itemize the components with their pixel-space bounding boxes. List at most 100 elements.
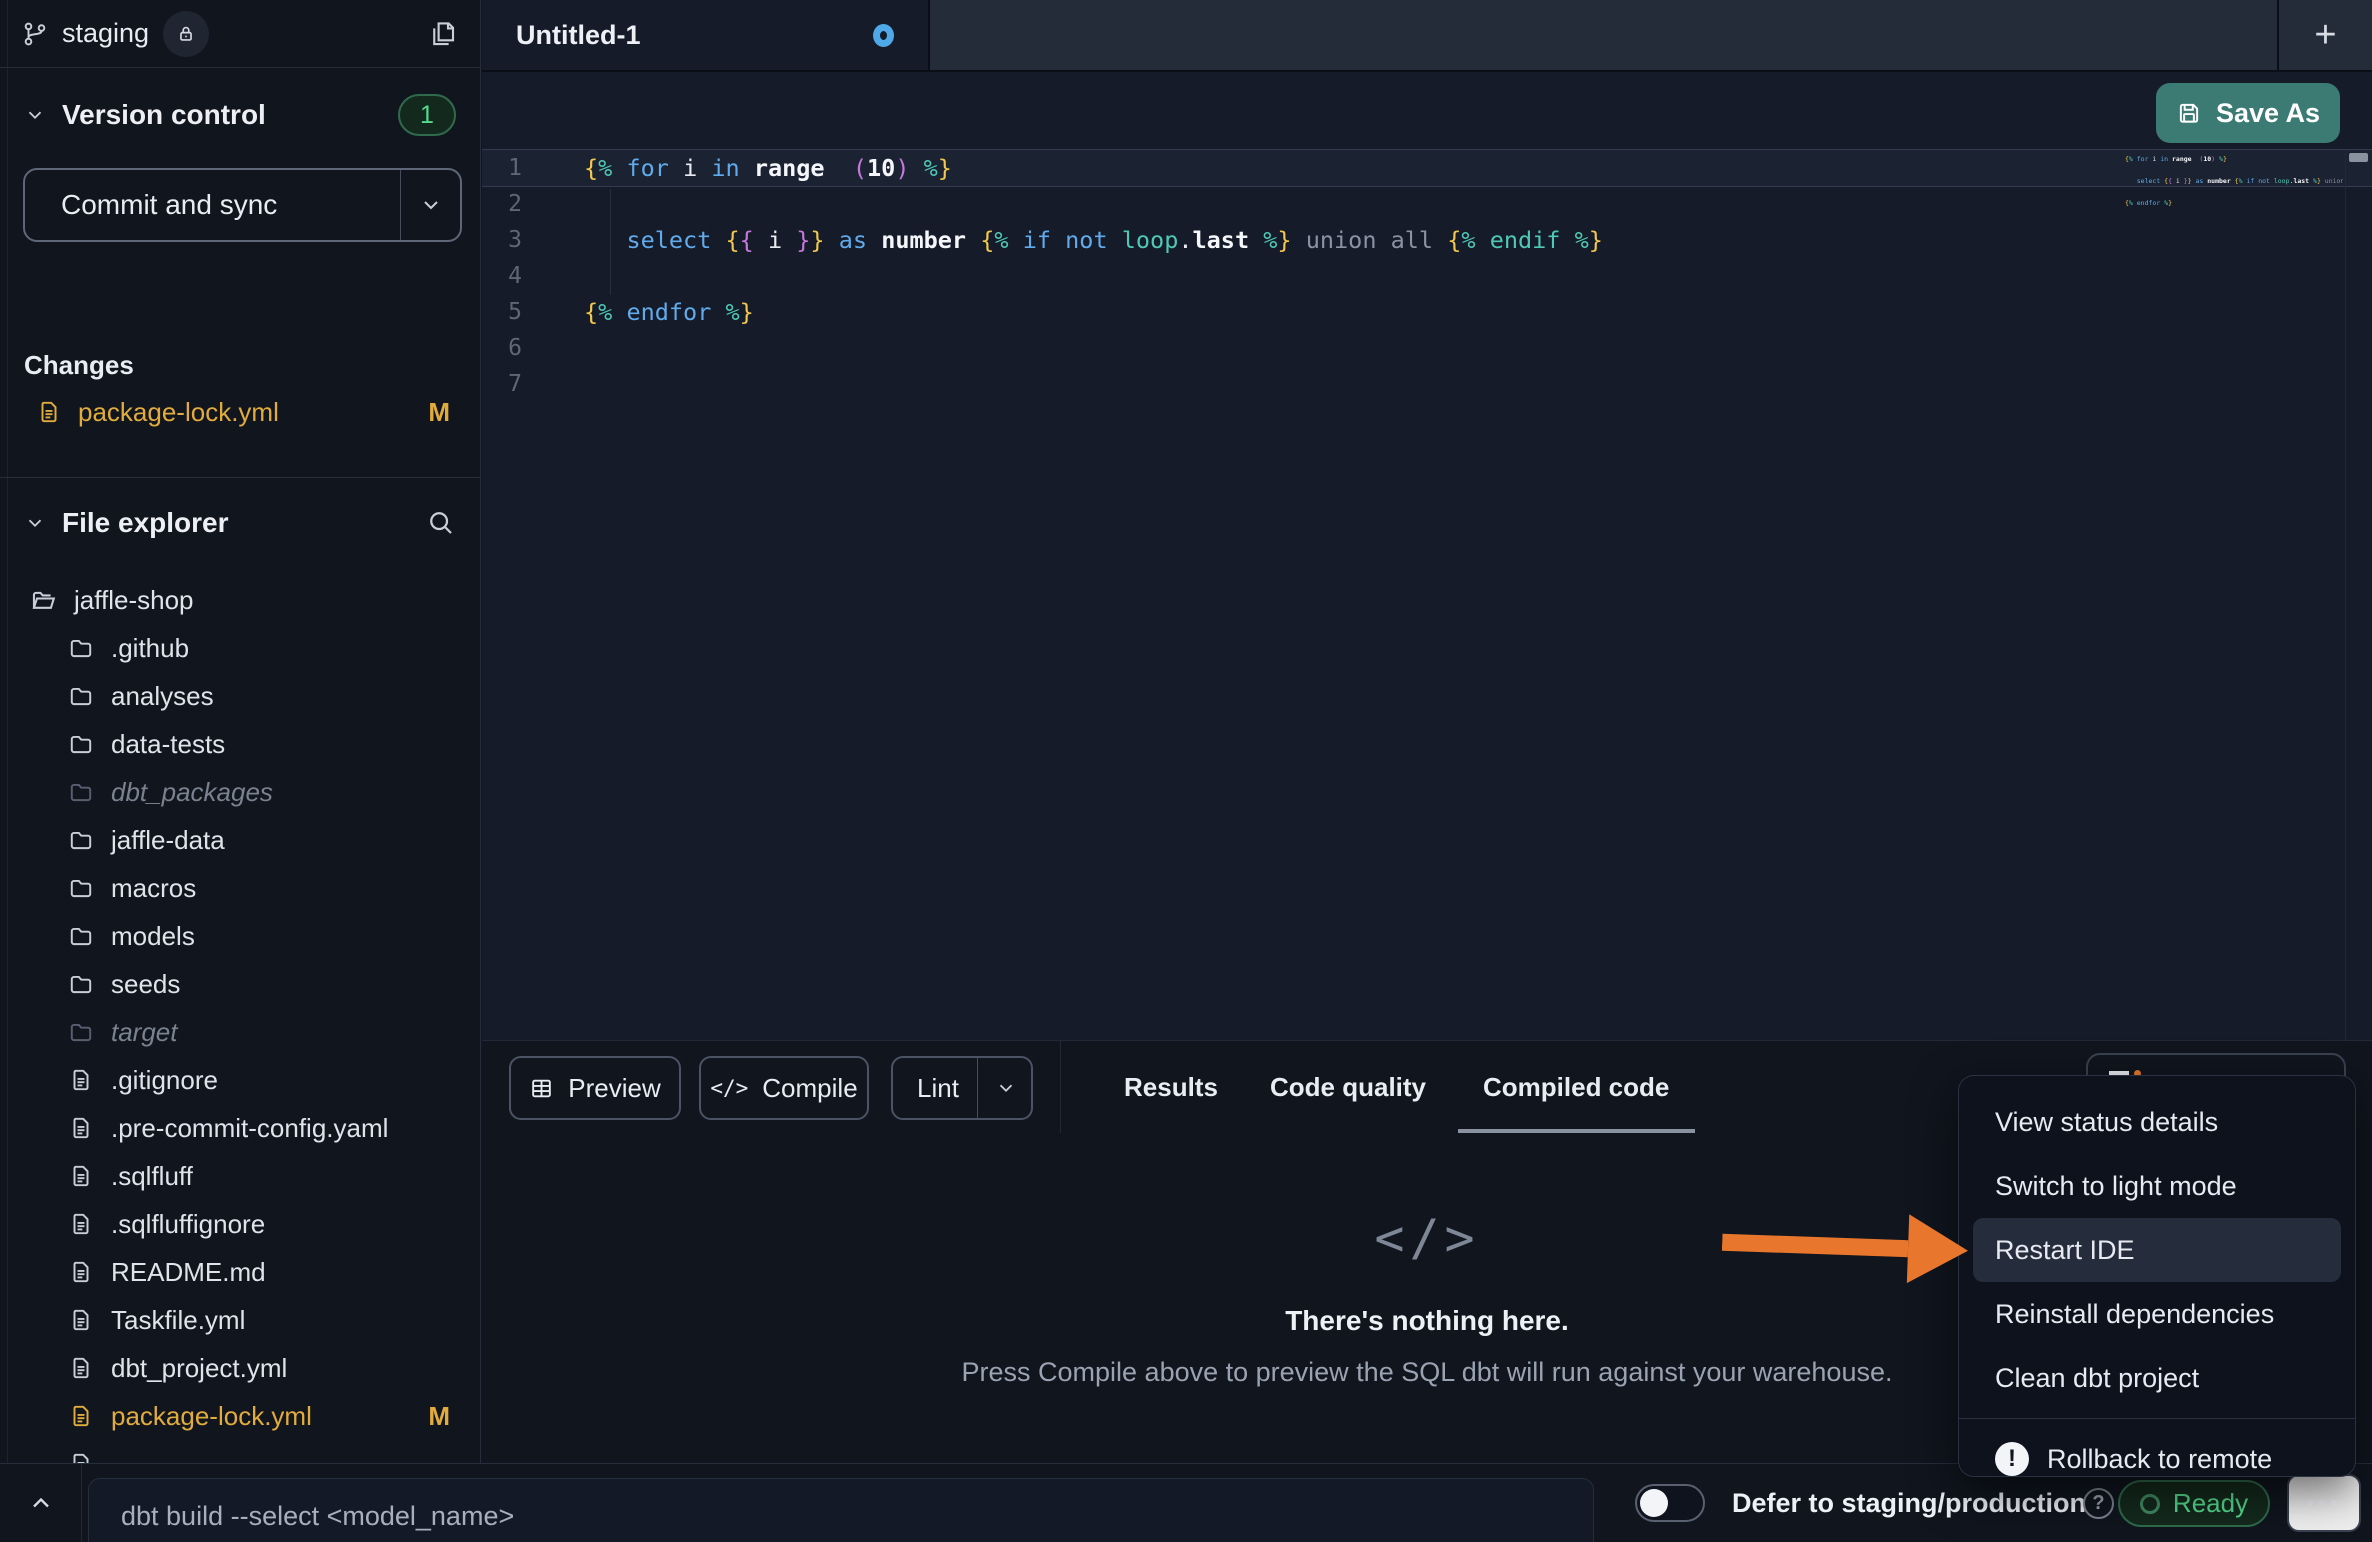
annotation-arrow [1721, 1202, 1970, 1296]
line-number: 7 [482, 366, 548, 402]
status-circle-icon [2140, 1494, 2160, 1514]
tree-item-.gitignore[interactable]: .gitignore [0, 1056, 480, 1104]
tree-item-jaffle-shop[interactable]: jaffle-shop [0, 576, 480, 624]
tree-item-Taskfile.yml[interactable]: Taskfile.yml [0, 1296, 480, 1344]
tree-item-.sqlfluffignore[interactable]: .sqlfluffignore [0, 1200, 480, 1248]
tree-item-.sqlfluff[interactable]: .sqlfluff [0, 1152, 480, 1200]
tree-item-.github[interactable]: .github [0, 624, 480, 672]
chevron-down-icon[interactable] [995, 1077, 1017, 1099]
git-branch-icon [22, 21, 48, 47]
minimap[interactable]: {% for i in range (10) %} select {{ i }}… [2125, 154, 2343, 209]
menu-item-reinstall-dependencies[interactable]: Reinstall dependencies [1959, 1282, 2355, 1346]
code-line-3: 3 select {{ i }} as number {% if not loo… [482, 222, 2372, 258]
chevron-down-icon[interactable] [24, 512, 46, 534]
unsaved-dot-icon [873, 24, 894, 47]
tree-item-label: .github [111, 633, 189, 664]
save-icon [2176, 100, 2202, 126]
file-icon [68, 1067, 94, 1093]
changed-file-row[interactable]: package-lock.yml M [36, 386, 462, 438]
tree-item-label: .pre-commit-config.yaml [111, 1113, 388, 1144]
version-control-title: Version control [62, 99, 266, 131]
help-icon[interactable]: ? [2083, 1488, 2114, 1519]
tree-item-label: .sqlfluffignore [111, 1209, 265, 1240]
file-icon [68, 1211, 94, 1237]
empty-state-title: There's nothing here. [1285, 1305, 1569, 1337]
tab-code-quality[interactable]: Code quality [1270, 1041, 1426, 1134]
tab-untitled-1[interactable]: Untitled-1 [482, 0, 930, 70]
tree-item-target[interactable]: target [0, 1008, 480, 1056]
line-number: 4 [482, 258, 548, 294]
tree-item-label: .gitignore [111, 1065, 218, 1096]
new-tab-button[interactable]: + [2279, 0, 2372, 70]
changes-heading: Changes [24, 350, 134, 381]
tree-item-analyses[interactable]: analyses [0, 672, 480, 720]
folder-icon [68, 875, 94, 901]
modified-badge: M [428, 1401, 462, 1432]
menu-item-switch-to-light-mode[interactable]: Switch to light mode [1959, 1154, 2355, 1218]
commit-and-sync-button[interactable]: Commit and sync [23, 168, 462, 242]
folder-icon [68, 923, 94, 949]
tab-compiled-code[interactable]: Compiled code [1483, 1041, 1669, 1134]
menu-item-rollback-to-remote[interactable]: !Rollback to remote [1959, 1427, 2355, 1491]
copy-icon[interactable] [428, 19, 458, 49]
file-tree: jaffle-shop .github analyses data-tests dbt_… [0, 576, 480, 1463]
branch-readonly-badge [163, 11, 209, 57]
command-input[interactable]: dbt build --select <model_name> [88, 1478, 1594, 1542]
tree-item-README.md[interactable]: README.md [0, 1248, 480, 1296]
tree-item-macros[interactable]: macros [0, 864, 480, 912]
menu-item-view-status-details[interactable]: View status details [1959, 1090, 2355, 1154]
code-editor[interactable]: 1{% for i in range (10) %}23 select {{ i… [482, 150, 2372, 1040]
folder-icon [68, 731, 94, 757]
collapse-button[interactable] [0, 1464, 82, 1542]
line-number: 3 [482, 222, 548, 258]
tree-item-models[interactable]: models [0, 912, 480, 960]
modified-badge: M [428, 397, 462, 428]
tree-item-label: models [111, 921, 195, 952]
folder-icon [68, 971, 94, 997]
folder-icon [68, 635, 94, 661]
tree-item-label: seeds [111, 969, 180, 1000]
tree-item-seeds[interactable]: seeds [0, 960, 480, 1008]
ide-status-menu: View status detailsSwitch to light modeR… [1958, 1075, 2356, 1477]
search-icon[interactable] [426, 508, 456, 538]
scrollbar-thumb[interactable] [2349, 153, 2368, 162]
tree-item-label: data-tests [111, 729, 225, 760]
code-lines: 1{% for i in range (10) %}23 select {{ i… [482, 150, 2372, 402]
line-number: 1 [482, 150, 548, 186]
commit-options-dropdown[interactable] [400, 170, 460, 240]
tree-item-label: macros [111, 873, 196, 904]
folder-icon [68, 779, 94, 805]
branch-name[interactable]: staging [62, 18, 149, 49]
preview-button[interactable]: Preview [509, 1056, 681, 1120]
file-icon [36, 399, 62, 425]
tree-item-label: .sqlfluff [111, 1161, 193, 1192]
chevron-up-icon [27, 1489, 55, 1517]
code-icon: </> [710, 1076, 748, 1100]
code-icon: </> [1374, 1209, 1479, 1267]
compile-button[interactable]: </> Compile [699, 1056, 869, 1120]
file-icon [68, 1451, 94, 1463]
tab-results[interactable]: Results [1124, 1041, 1218, 1134]
tree-item-package-lock.yml[interactable]: package-lock.ymlM [0, 1392, 480, 1440]
line-number: 6 [482, 330, 548, 366]
alert-icon: ! [1995, 1442, 2029, 1476]
file-explorer-title: File explorer [62, 507, 229, 539]
tree-item-clipped[interactable] [0, 1440, 480, 1463]
tree-item-label: analyses [111, 681, 214, 712]
tree-item-dbt_packages[interactable]: dbt_packages [0, 768, 480, 816]
tree-item-label: dbt_packages [111, 777, 273, 808]
chevron-down-icon[interactable] [24, 104, 46, 126]
tree-item-.pre-commit-config.yaml[interactable]: .pre-commit-config.yaml [0, 1104, 480, 1152]
defer-toggle[interactable] [1635, 1484, 1705, 1522]
dbt-ide-window: staging Version control 1 Commit and syn… [0, 0, 2372, 1542]
tree-item-dbt_project.yml[interactable]: dbt_project.yml [0, 1344, 480, 1392]
tree-item-data-tests[interactable]: data-tests [0, 720, 480, 768]
menu-item-restart-ide[interactable]: Restart IDE [1973, 1218, 2341, 1282]
tree-item-jaffle-data[interactable]: jaffle-data [0, 816, 480, 864]
folder-icon [68, 827, 94, 853]
tree-item-label: dbt_project.yml [111, 1353, 287, 1384]
lint-button[interactable]: Lint [891, 1056, 1033, 1120]
editor-scrollbar[interactable] [2345, 150, 2372, 1040]
menu-item-clean-dbt-project[interactable]: Clean dbt project [1959, 1346, 2355, 1410]
save-as-button[interactable]: Save As [2156, 83, 2340, 143]
